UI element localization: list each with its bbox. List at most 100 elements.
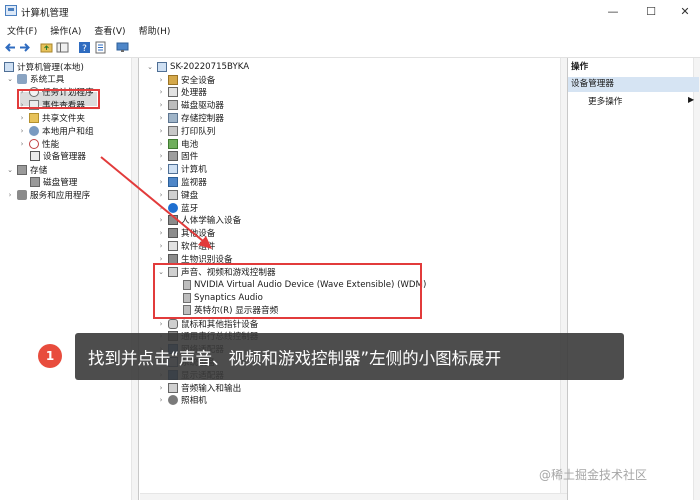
tree-item-disk-management[interactable]: 磁盘管理 [30,175,77,188]
instruction-banner: 找到并点击“声音、视频和游戏控制器”左侧的小图标展开 [75,333,624,380]
chevron-right-icon[interactable]: › [157,165,165,173]
batteries-icon [168,138,178,149]
device-category-software-components[interactable]: › 软件组件 [157,239,215,252]
device-category-audio-io[interactable]: › 音频输入和输出 [157,381,241,394]
device-category-firmware[interactable]: › 固件 [157,150,198,163]
security-devices-icon [168,74,178,85]
computer-icon [4,61,14,72]
chevron-right-icon[interactable]: › [157,101,165,109]
device-category-label: 其他设备 [181,229,216,240]
device-category-bluetooth[interactable]: › 蓝牙 [157,201,198,214]
more-actions-link[interactable]: 更多操作 [588,95,622,107]
tree-item-shared-folders[interactable]: › 共享文件夹 [18,111,85,124]
properties-icon[interactable] [94,41,107,54]
device-category-disk-drives[interactable]: › 磁盘驱动器 [157,99,224,112]
device-root[interactable]: ⌄ SK-20220715BYKA [146,60,249,73]
up-folder-icon[interactable] [40,41,53,54]
device-category-security-devices[interactable]: › 安全设备 [157,73,215,86]
chevron-right-icon[interactable]: › [157,127,165,135]
bluetooth-icon [168,202,178,213]
tools-icon [17,73,27,84]
chevron-right-icon[interactable]: › [157,384,165,392]
device-category-print-queues[interactable]: › 打印队列 [157,124,215,137]
device-category-monitors[interactable]: › 监视器 [157,175,207,188]
device-category-label: 打印队列 [181,126,216,137]
tree-label: 设备管理器 [43,151,86,162]
chevron-right-icon[interactable]: › [157,191,165,199]
chevron-right-icon[interactable]: › [157,152,165,160]
device-category-label: 人体学输入设备 [181,216,242,227]
chevron-down-icon[interactable]: ⌄ [6,75,14,83]
left-vertical-scrollbar[interactable] [131,58,138,500]
computer-icon [168,164,178,175]
mice-icon [168,318,178,329]
chevron-right-icon[interactable]: › [157,242,165,250]
device-root-label: SK-20220715BYKA [170,61,250,72]
device-category-batteries[interactable]: › 电池 [157,137,198,150]
chevron-right-icon[interactable]: › [18,140,26,148]
device-category-label: 音频输入和输出 [181,383,242,394]
tree-item-services-apps[interactable]: › 服务和应用程序 [6,188,90,201]
device-category-computer[interactable]: › 计算机 [157,163,207,176]
device-category-processors[interactable]: › 处理器 [157,86,207,99]
chevron-right-icon[interactable]: › [157,216,165,224]
menu-view[interactable]: 查看(V) [87,22,131,38]
device-manager-highlight-box [17,89,100,109]
device-category-keyboards[interactable]: › 键盘 [157,188,198,201]
menu-help[interactable]: 帮助(H) [132,22,177,38]
other-devices-icon [168,228,178,239]
device-category-cameras[interactable]: › 照相机 [157,394,207,407]
chevron-right-icon[interactable]: › [157,140,165,148]
print-queues-icon [168,125,178,136]
chevron-right-icon[interactable]: › [157,114,165,122]
device-category-storage-controllers[interactable]: › 存储控制器 [157,111,224,124]
console-tree-icon[interactable] [56,41,69,54]
chevron-down-icon[interactable]: ⌄ [6,166,14,174]
watermark: @稀土掘金技术社区 [539,468,648,482]
monitor-icon[interactable] [116,41,129,54]
performance-icon [29,138,39,149]
maximize-button[interactable]: ☐ [634,0,668,22]
firmware-icon [168,151,178,162]
chevron-right-icon[interactable]: › [6,191,14,199]
chevron-right-icon[interactable]: › [157,178,165,186]
middle-vertical-scrollbar[interactable] [560,58,567,500]
forward-arrow-icon[interactable] [18,41,31,54]
chevron-right-icon[interactable]: › [157,255,165,263]
device-category-other-devices[interactable]: › 其他设备 [157,227,215,240]
minimize-button[interactable]: — [596,0,630,22]
chevron-right-icon[interactable]: › [18,127,26,135]
chevron-right-icon[interactable]: › [157,76,165,84]
monitors-icon [168,176,178,187]
services-icon [17,189,27,200]
chevron-right-icon[interactable]: › [157,396,165,404]
chevron-right-icon[interactable]: ▶ [688,95,694,104]
device-category-label: 安全设备 [181,75,216,86]
menu-action[interactable]: 操作(A) [43,22,87,38]
actions-section-device-manager[interactable]: 设备管理器 [568,77,699,92]
chevron-right-icon[interactable]: › [18,114,26,122]
users-icon [29,125,39,136]
chevron-right-icon[interactable]: › [157,204,165,212]
chevron-right-icon[interactable]: › [157,88,165,96]
device-category-label: 电池 [181,139,199,150]
help-icon[interactable]: ? [78,41,91,54]
middle-horizontal-scrollbar[interactable] [140,493,567,500]
chevron-right-icon[interactable]: › [157,229,165,237]
device-category-human-interface-devices[interactable]: › 人体学输入设备 [157,214,241,227]
actions-pane [567,58,700,500]
right-vertical-scrollbar[interactable] [693,58,700,500]
device-category-label: 磁盘驱动器 [181,101,224,112]
close-button[interactable]: ✕ [668,0,700,22]
tree-label: 共享文件夹 [42,113,85,124]
computer-icon [157,61,167,72]
chevron-down-icon[interactable]: ⌄ [146,63,154,71]
tree-item-system-tools[interactable]: ⌄ 系统工具 [6,72,64,85]
tree-item-device-manager[interactable]: 设备管理器 [30,149,86,162]
back-arrow-icon[interactable] [4,41,17,54]
svg-text:?: ? [82,44,87,54]
software-components-icon [168,240,178,251]
tree-item-local-users[interactable]: › 本地用户和组 [18,124,94,137]
menu-file[interactable]: 文件(F) [0,22,43,38]
chevron-right-icon[interactable]: › [157,320,165,328]
